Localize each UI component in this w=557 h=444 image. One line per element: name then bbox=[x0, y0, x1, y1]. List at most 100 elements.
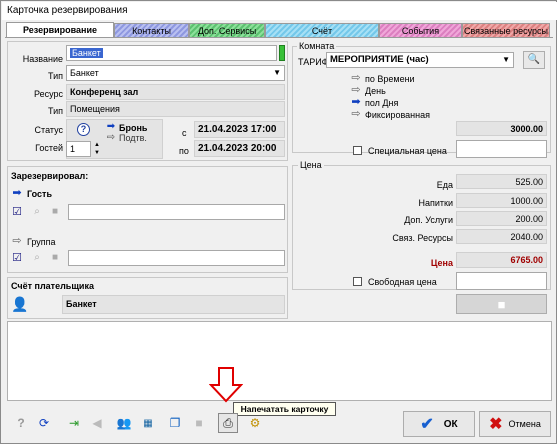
from-label: с bbox=[182, 128, 187, 138]
notes-area[interactable] bbox=[7, 321, 552, 401]
resource-type-label: Тип bbox=[47, 106, 63, 116]
printer-settings-icon: ⚙ bbox=[249, 416, 261, 430]
guests-spinner[interactable]: ▲ ▼ bbox=[92, 141, 102, 157]
close-icon: ✖ bbox=[489, 416, 503, 433]
tariff-select[interactable]: МЕРОПРИЯТИЕ (час) ▼ bbox=[326, 52, 514, 68]
room-group-title: Комната bbox=[297, 41, 337, 51]
type-select[interactable]: Банкет ▼ bbox=[66, 65, 285, 81]
price-total-value: 6765.00 bbox=[456, 252, 547, 268]
window-title: Карточка резервирования bbox=[2, 2, 557, 20]
type-value: Банкет bbox=[70, 68, 99, 78]
search-icon[interactable]: ⌕ bbox=[31, 252, 43, 264]
status-sub-value: Подтв. bbox=[119, 133, 147, 143]
arrow-outline-icon: ⇨ bbox=[351, 83, 361, 96]
checkmark-icon: ✔ bbox=[420, 416, 434, 433]
food-label: Еда bbox=[436, 180, 453, 190]
status-label: Статус bbox=[34, 125, 63, 135]
arrow-outline-icon: ⇨ bbox=[12, 234, 22, 247]
magnifier-icon: 🔍 bbox=[527, 54, 541, 65]
name-value: Банкет bbox=[70, 48, 103, 58]
arrow-outline-icon: ⇨ bbox=[351, 71, 361, 84]
folder-icon: ■ bbox=[497, 296, 506, 312]
red-arrow-annotation bbox=[209, 367, 243, 403]
chevron-down-icon: ▼ bbox=[273, 68, 281, 77]
tab-reservation[interactable]: Резервирование bbox=[6, 22, 114, 37]
payer-title: Счёт плательщика bbox=[11, 281, 94, 291]
arrow-right-icon: ➡ bbox=[351, 95, 361, 108]
clear-icon[interactable]: ■ bbox=[49, 206, 61, 218]
ok-button[interactable]: ✔ ОК bbox=[403, 411, 475, 437]
resource-field[interactable]: Конференц зал bbox=[66, 84, 285, 100]
tab-contacts[interactable]: Контакты bbox=[114, 23, 189, 37]
to-datetime[interactable]: 21.04.2023 20:00 bbox=[194, 140, 285, 157]
tariff-details-button[interactable]: 🔍 bbox=[523, 51, 545, 69]
special-price-checkbox[interactable] bbox=[353, 146, 362, 155]
guests-input[interactable]: 1 bbox=[66, 141, 91, 157]
tariff-value: МЕРОПРИЯТИЕ (час) bbox=[330, 54, 429, 65]
group-input[interactable] bbox=[68, 250, 285, 266]
linked-resources-value: 2040.00 bbox=[456, 229, 547, 244]
to-label: по bbox=[179, 146, 189, 156]
help-button[interactable]: ? bbox=[11, 413, 31, 433]
person-icon[interactable]: 👤 bbox=[11, 295, 29, 313]
guest-card-button[interactable]: 👥 bbox=[114, 413, 134, 433]
payer-value: Банкет bbox=[62, 295, 285, 314]
sync-button[interactable]: ⟳ bbox=[34, 413, 54, 433]
option-half-day[interactable]: пол Дня bbox=[365, 98, 398, 108]
print-options-button[interactable]: ⚙ bbox=[245, 413, 265, 433]
reserved-by-title: Зарезервировал: bbox=[11, 171, 89, 181]
option-day[interactable]: День bbox=[365, 86, 386, 96]
copy-icon: ❐ bbox=[169, 416, 181, 430]
option-by-time[interactable]: по Времени bbox=[365, 74, 415, 84]
folder-button[interactable]: ■ bbox=[456, 294, 547, 314]
search-icon[interactable]: ⌕ bbox=[31, 206, 43, 218]
person-card-icon: 👥 bbox=[116, 416, 132, 430]
back-button[interactable]: ◀ bbox=[87, 413, 107, 433]
free-price-input[interactable] bbox=[456, 272, 547, 290]
group-label: Группа bbox=[27, 237, 56, 247]
extra-services-label: Доп. Услуги bbox=[404, 215, 453, 225]
tab-linked-resources[interactable]: Связанные ресурсы bbox=[462, 23, 550, 37]
price-group-title: Цена bbox=[298, 160, 324, 170]
door-enter-icon: ⇥ bbox=[68, 416, 80, 430]
copy-button[interactable]: ❐ bbox=[165, 413, 185, 433]
help-icon[interactable]: ? bbox=[77, 123, 90, 136]
print-button[interactable]: ⎙ bbox=[218, 413, 238, 433]
tab-events[interactable]: События bbox=[379, 23, 462, 37]
option-fixed[interactable]: Фиксированная bbox=[365, 110, 430, 120]
printer-icon: ⎙ bbox=[223, 415, 233, 430]
guest-input[interactable] bbox=[68, 204, 285, 220]
tab-bill[interactable]: Счёт bbox=[265, 23, 379, 37]
arrow-outline-icon: ⇨ bbox=[106, 132, 116, 143]
drinks-label: Напитки bbox=[418, 198, 454, 208]
guest-label: Гость bbox=[27, 189, 52, 199]
checkmark-icon[interactable]: ☑ bbox=[11, 252, 23, 264]
extra-services-value: 200.00 bbox=[456, 211, 547, 226]
special-price-input[interactable] bbox=[456, 140, 547, 158]
disabled-button[interactable]: ■ bbox=[189, 413, 209, 433]
drinks-value: 1000.00 bbox=[456, 193, 547, 208]
from-datetime[interactable]: 21.04.2023 17:00 bbox=[194, 121, 285, 138]
status-value: Бронь bbox=[119, 123, 148, 133]
ok-label: ОК bbox=[443, 418, 458, 430]
linked-resources-label: Связ. Ресурсы bbox=[392, 233, 453, 243]
price-total-label: Цена bbox=[430, 258, 453, 268]
checkmark-icon[interactable]: ☑ bbox=[11, 206, 23, 218]
reservation-card-window: Карточка резервирования Резервирование К… bbox=[0, 0, 557, 444]
clear-icon[interactable]: ■ bbox=[49, 252, 61, 264]
type-label: Тип bbox=[47, 71, 63, 81]
calendar-button[interactable]: ▦ bbox=[138, 413, 158, 433]
special-price-label: Специальная цена bbox=[368, 146, 447, 156]
cancel-button[interactable]: ✖ Отмена bbox=[479, 411, 551, 437]
question-icon: ? bbox=[17, 416, 25, 430]
name-field[interactable]: Банкет bbox=[66, 45, 277, 61]
cancel-label: Отмена bbox=[508, 419, 541, 429]
arrow-right-icon: ➡ bbox=[106, 121, 116, 132]
free-price-checkbox[interactable] bbox=[353, 277, 362, 286]
tariff-label: ТАРИФ bbox=[298, 57, 329, 67]
arrow-outline-icon: ⇨ bbox=[351, 107, 361, 120]
chevron-down-icon: ▼ bbox=[502, 55, 510, 64]
tab-extra-services[interactable]: Доп. Сервисы bbox=[189, 23, 265, 37]
calendar-icon: ▦ bbox=[143, 417, 153, 429]
checkin-button[interactable]: ⇥ bbox=[64, 413, 84, 433]
